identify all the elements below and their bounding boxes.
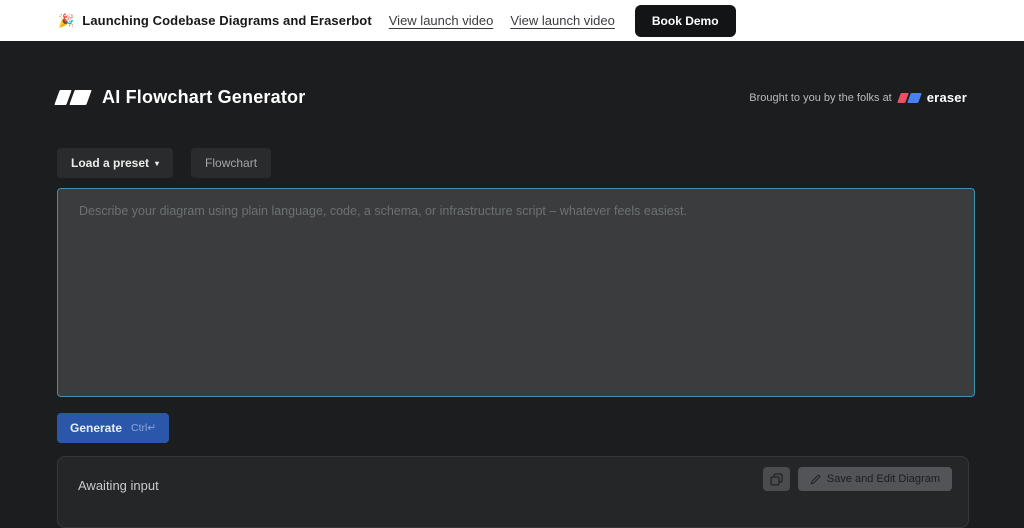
- save-and-edit-label: Save and Edit Diagram: [826, 473, 940, 485]
- output-panel: Awaiting input Save and Edit Diagram: [57, 456, 969, 528]
- chevron-down-icon: ▾: [155, 158, 160, 168]
- diagram-type-button[interactable]: Flowchart: [191, 148, 272, 178]
- eraser-logo-icon: [54, 90, 92, 105]
- banner-title: 🎉 Launching Codebase Diagrams and Eraser…: [58, 13, 372, 29]
- view-launch-video-link-1[interactable]: View launch video: [389, 13, 494, 28]
- save-and-edit-button[interactable]: Save and Edit Diagram: [797, 467, 952, 491]
- generate-label: Generate: [70, 421, 123, 435]
- copy-icon: [770, 472, 783, 486]
- attribution: Brought to you by the folks at eraser: [749, 90, 967, 105]
- book-demo-button[interactable]: Book Demo: [634, 4, 736, 37]
- toolbar: Load a preset ▾ Flowchart: [57, 148, 967, 178]
- load-preset-button[interactable]: Load a preset ▾: [57, 148, 174, 178]
- pencil-icon: [810, 474, 821, 484]
- copy-button[interactable]: [762, 467, 790, 491]
- brand-name[interactable]: eraser: [927, 90, 967, 105]
- output-actions: Save and Edit Diagram: [762, 467, 952, 491]
- announcement-banner: 🎉 Launching Codebase Diagrams and Eraser…: [0, 0, 1024, 41]
- prompt-input[interactable]: [57, 188, 975, 397]
- editor-wrap: [57, 188, 975, 402]
- attribution-text: Brought to you by the folks at: [749, 91, 892, 104]
- view-launch-video-link-2[interactable]: View launch video: [510, 13, 615, 28]
- generate-shortcut-hint: Ctrl↵: [131, 422, 157, 434]
- generate-button[interactable]: Generate Ctrl↵: [57, 413, 170, 443]
- app-header: AI Flowchart Generator Brought to you by…: [54, 87, 967, 108]
- app-main: AI Flowchart Generator Brought to you by…: [0, 87, 1024, 528]
- party-popper-icon: 🎉: [58, 12, 75, 28]
- load-preset-label: Load a preset: [71, 156, 150, 170]
- banner-title-text: Launching Codebase Diagrams and Eraserbo…: [82, 13, 372, 28]
- brand-left: AI Flowchart Generator: [54, 87, 306, 108]
- eraser-brand-logo-icon: [896, 92, 922, 103]
- page-title: AI Flowchart Generator: [102, 87, 306, 107]
